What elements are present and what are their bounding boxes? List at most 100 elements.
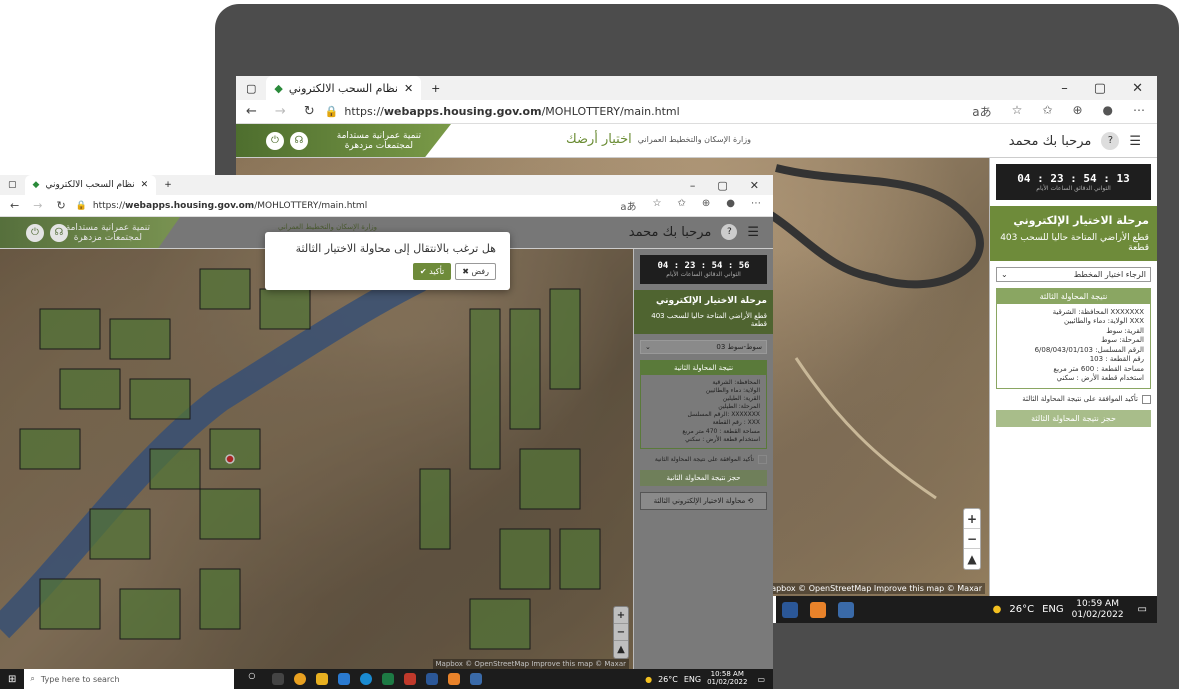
taskbar-back: ● 26°C ENG 10:59 AM 01/02/2022 ▭ (776, 596, 1157, 623)
illustrator-icon[interactable] (404, 673, 417, 685)
confirm-checkbox[interactable] (758, 454, 767, 464)
back-icon[interactable]: ← (10, 199, 19, 212)
minimize-button[interactable]: – (690, 179, 696, 192)
browser-tab[interactable]: ◆ نظام السحب الالكتروني ✕ (266, 76, 422, 100)
mail-icon[interactable] (338, 673, 351, 685)
back-icon[interactable]: ← (246, 104, 257, 119)
plan-select[interactable]: ⌄ الرجاء اختيار المخطط (996, 267, 1151, 282)
menu-icon[interactable]: ☰ (1129, 134, 1141, 149)
map-attribution[interactable]: Mapbox © OpenStreetMap Improve this map … (432, 659, 629, 669)
greeting-text: مرحبا بك محمد (628, 224, 712, 240)
new-tab-button[interactable]: + (156, 180, 180, 190)
read-aloud-icon[interactable]: aあ (972, 103, 991, 120)
help-icon[interactable]: ? (721, 224, 738, 240)
forward-icon[interactable]: → (275, 104, 286, 119)
restore-button[interactable]: ▢ (1094, 81, 1106, 96)
plan-select[interactable]: ⌄ سوط-سوط 03 (640, 340, 767, 354)
book-result-button[interactable]: حجز نتيجة المحاولة الثانية (640, 469, 767, 486)
read-aloud-icon[interactable]: aあ (620, 198, 636, 213)
support-icon[interactable]: ☊ (50, 223, 68, 242)
compass-button[interactable]: ▲ (964, 549, 980, 569)
chrome-icon[interactable] (294, 673, 307, 685)
help-icon[interactable]: ? (1101, 132, 1120, 150)
phase-title: مرحلة الاختيار الإلكتروني (1013, 214, 1149, 227)
power-icon[interactable]: ⏻ (266, 131, 284, 150)
collections-icon[interactable]: ⊕ (1072, 103, 1082, 120)
tab-close-icon[interactable]: ✕ (141, 180, 149, 190)
zoom-in-button[interactable]: + (614, 607, 628, 624)
weather-text[interactable]: 26°C (658, 675, 678, 684)
clock[interactable]: 10:58 AM 01/02/2022 (707, 670, 747, 686)
zoom-in-button[interactable]: + (964, 509, 980, 529)
edge-icon[interactable] (360, 673, 373, 685)
map-attribution[interactable]: Mapbox © OpenStreetMap Improve this map … (761, 583, 985, 594)
favorite-icon[interactable]: ☆ (1012, 103, 1023, 120)
taskbar-search[interactable]: ⌕ Type here to search (24, 669, 235, 689)
lang-indicator[interactable]: ENG (1042, 604, 1064, 615)
dialog-question: هل ترغب بالانتقال إلى محاولة الاختيار ال… (295, 242, 496, 255)
power-icon[interactable]: ⏻ (26, 223, 44, 242)
confirm-checkbox[interactable] (1142, 394, 1151, 404)
favorites-bar-icon[interactable]: ✩ (1042, 103, 1052, 120)
photos-icon[interactable] (838, 601, 854, 618)
url-field[interactable]: 🔒 https://webapps.housing.gov.om/MOHLOTT… (76, 201, 621, 211)
settings-icon[interactable] (448, 673, 461, 685)
phase-box: مرحلة الاختيار الإلكتروني قطع الأراضي ال… (634, 290, 773, 334)
tab-title: نظام السحب الالكتروني (45, 180, 135, 190)
word-icon[interactable] (426, 673, 439, 685)
minimize-button[interactable]: – (1061, 81, 1068, 96)
result-box: نتيجة المحاولة الثالثة المحافظة: الشرقية… (996, 288, 1151, 389)
excel-icon[interactable] (382, 673, 395, 685)
close-button[interactable]: ✕ (1132, 81, 1143, 96)
book-result-button[interactable]: حجز نتيجة المحاولة الثالثة (996, 409, 1151, 427)
logo-brand: اختيار أرضك (566, 132, 632, 147)
collections-icon[interactable]: ⊕ (702, 198, 710, 213)
dialog-confirm-button[interactable]: ✔ تأكيد (412, 263, 452, 280)
result-line: المرحلة: سوط (1101, 336, 1144, 345)
lang-indicator[interactable]: ENG (684, 675, 701, 684)
start-icon[interactable]: ⊞ (8, 674, 16, 685)
phase-subtitle: قطع الأراضي المتاحة حاليا للسحب 403 قطعة (1000, 233, 1149, 253)
banner: ⏻ ☊ تنمية عمرانية مستدامة لمجتمعات مزدهرة (0, 217, 180, 248)
clock[interactable]: 10:59 AM 01/02/2022 (1072, 599, 1124, 621)
tab-actions-icon[interactable]: ▢ (236, 82, 266, 95)
cortana-icon[interactable]: ○ (248, 671, 264, 687)
zoom-out-button[interactable]: − (614, 624, 628, 641)
notification-icon[interactable]: ▭ (1138, 604, 1147, 615)
support-icon[interactable]: ☊ (290, 131, 308, 150)
new-tab-button[interactable]: + (421, 82, 450, 95)
more-icon[interactable]: ⋯ (1133, 103, 1145, 120)
restore-button[interactable]: ▢ (717, 179, 727, 192)
notification-icon[interactable]: ▭ (757, 675, 765, 684)
browser-tab[interactable]: ◆ نظام السحب الالكتروني ✕ (24, 175, 157, 195)
profile-icon[interactable]: ● (726, 198, 735, 213)
menu-icon[interactable]: ☰ (747, 225, 759, 240)
reload-icon[interactable]: ↻ (56, 199, 65, 212)
dialog-reject-button[interactable]: ✖ رفض (455, 263, 496, 280)
compass-button[interactable]: ▲ (614, 641, 628, 658)
result-line: مساحة القطعة : 470 متر مربع (682, 427, 760, 435)
favorites-bar-icon[interactable]: ✩ (677, 198, 685, 213)
favorite-icon[interactable]: ☆ (653, 198, 662, 213)
forward-icon[interactable]: → (33, 199, 42, 212)
timer-value: 04 : 23 : 54 : 13 (1017, 172, 1130, 185)
result-box: نتيجة المحاولة الثانية المحافظة: الشرقية… (640, 360, 767, 449)
file-explorer-icon[interactable] (316, 673, 329, 685)
task-view-icon[interactable] (272, 673, 285, 685)
confirm-label: تأكيد الموافقة على نتيجة المحاولة الثالث… (1022, 395, 1138, 403)
reload-icon[interactable]: ↻ (304, 104, 315, 119)
zoom-out-button[interactable]: − (964, 529, 980, 549)
weather-text[interactable]: 26°C (1009, 604, 1034, 615)
photos-icon[interactable] (470, 673, 483, 685)
more-icon[interactable]: ⋯ (751, 198, 761, 213)
word-icon[interactable] (782, 601, 798, 618)
tab-close-icon[interactable]: ✕ (404, 82, 413, 95)
tab-actions-icon[interactable]: ▢ (0, 180, 25, 190)
third-attempt-button[interactable]: محاولة الاختيار الإلكتروني الثالثة ⟲ (640, 491, 767, 510)
profile-icon[interactable]: ● (1103, 103, 1113, 120)
close-button[interactable]: ✕ (750, 179, 759, 192)
settings-icon[interactable] (810, 601, 826, 618)
map-area[interactable]: + − ▲ Mapbox © OpenStreetMap Improve thi… (0, 249, 633, 669)
address-bar: ← → ↻ 🔒 https://webapps.housing.gov.om/M… (0, 195, 773, 217)
url-field[interactable]: 🔒 https://webapps.housing.gov.om/MOHLOTT… (325, 105, 973, 118)
